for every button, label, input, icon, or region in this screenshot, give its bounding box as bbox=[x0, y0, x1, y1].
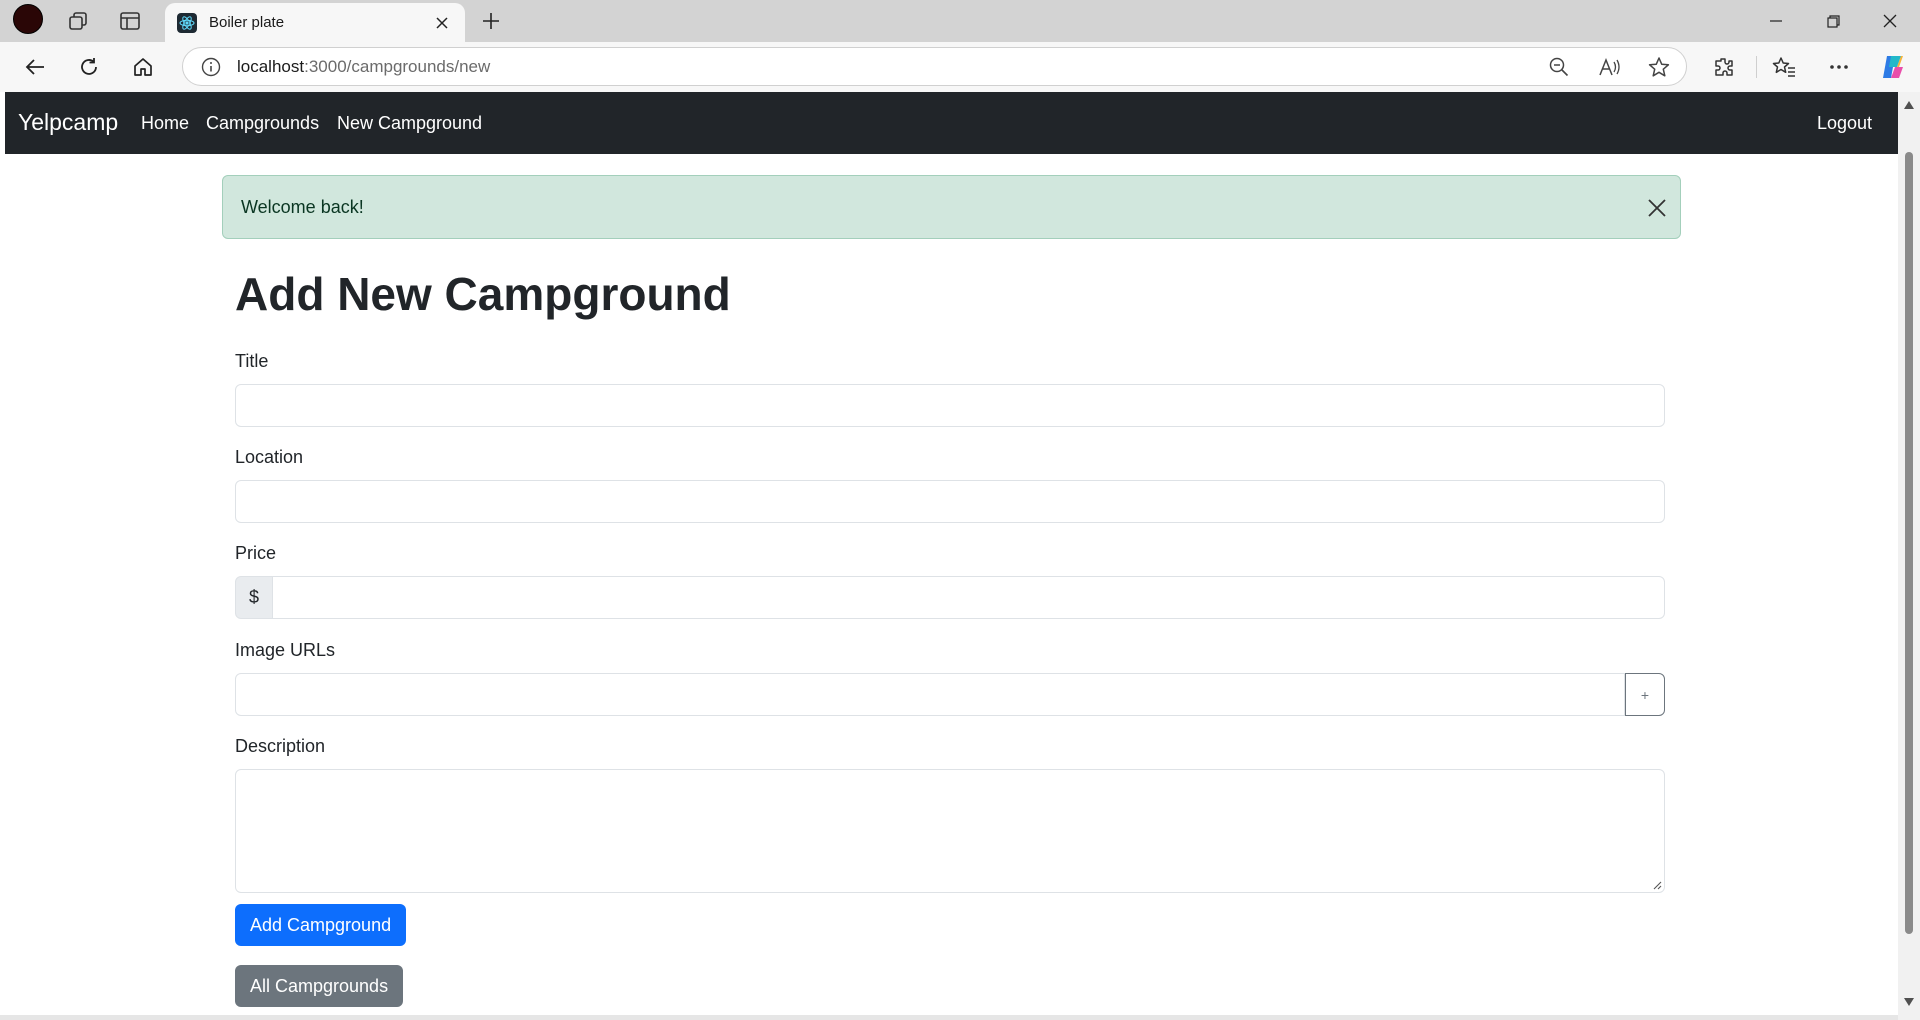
active-tab[interactable]: Boiler plate bbox=[165, 3, 465, 42]
vertical-tabs-icon[interactable] bbox=[112, 8, 148, 34]
price-currency-prefix: $ bbox=[235, 576, 273, 619]
more-menu-icon[interactable] bbox=[1820, 50, 1858, 84]
price-label: Price bbox=[235, 543, 277, 563]
browser-tab-bar: Boiler plate bbox=[0, 0, 1920, 42]
workspaces-icon[interactable] bbox=[60, 8, 96, 34]
tab-title: Boiler plate bbox=[209, 14, 285, 31]
minimize-icon[interactable] bbox=[1746, 0, 1806, 42]
back-arrow-icon[interactable] bbox=[16, 50, 54, 84]
address-bar[interactable]: localhost:3000/campgrounds/new bbox=[182, 47, 1687, 86]
browser-toolbar: localhost:3000/campgrounds/new bbox=[0, 42, 1920, 92]
read-aloud-icon[interactable] bbox=[1598, 56, 1622, 78]
toolbar-divider bbox=[1756, 56, 1757, 78]
url-path: :3000/campgrounds/new bbox=[304, 56, 491, 76]
scroll-thumb[interactable] bbox=[1905, 152, 1913, 934]
window-bottom-edge bbox=[0, 1015, 1898, 1020]
site-navbar: Yelpcamp Home Campgrounds New Campground… bbox=[5, 92, 1898, 154]
favorite-star-icon[interactable] bbox=[1647, 56, 1671, 78]
nav-link-home[interactable]: Home bbox=[141, 113, 189, 134]
brand-logo[interactable]: Yelpcamp bbox=[18, 109, 118, 136]
add-campground-button[interactable]: Add Campground bbox=[235, 904, 407, 946]
zoom-out-icon[interactable] bbox=[1547, 56, 1571, 78]
scroll-down-arrow-icon[interactable] bbox=[1904, 998, 1914, 1006]
avatar bbox=[13, 4, 43, 34]
title-label: Title bbox=[235, 351, 269, 371]
success-alert: Welcome back! bbox=[222, 175, 1681, 239]
close-icon[interactable] bbox=[1645, 196, 1669, 220]
nav-link-campgrounds[interactable]: Campgrounds bbox=[206, 113, 319, 134]
all-campgrounds-button[interactable]: All Campgrounds bbox=[235, 965, 404, 1007]
profile-avatar[interactable] bbox=[10, 4, 46, 34]
refresh-icon[interactable] bbox=[70, 50, 108, 84]
site-info-icon[interactable] bbox=[201, 57, 221, 77]
new-tab-button[interactable] bbox=[474, 8, 508, 34]
favorites-icon[interactable] bbox=[1765, 50, 1803, 84]
home-icon[interactable] bbox=[124, 50, 162, 84]
price-input[interactable] bbox=[272, 576, 1665, 619]
title-input[interactable] bbox=[235, 384, 1665, 427]
resize-grip-icon[interactable] bbox=[1652, 880, 1662, 890]
restore-icon[interactable] bbox=[1803, 0, 1863, 42]
page-title: Add New Campground bbox=[235, 268, 731, 320]
page-viewport: Yelpcamp Home Campgrounds New Campground… bbox=[5, 92, 1898, 1015]
add-image-url-button[interactable]: + bbox=[1625, 673, 1665, 716]
location-input[interactable] bbox=[235, 480, 1665, 523]
description-label: Description bbox=[235, 736, 326, 756]
location-label: Location bbox=[235, 447, 304, 467]
nav-link-new-campground[interactable]: New Campground bbox=[337, 113, 482, 134]
image-urls-label: Image URLs bbox=[235, 640, 336, 660]
description-textarea[interactable] bbox=[235, 769, 1665, 893]
extensions-icon[interactable] bbox=[1705, 50, 1743, 84]
logout-link[interactable]: Logout bbox=[1817, 113, 1872, 134]
copilot-icon[interactable] bbox=[1874, 50, 1912, 84]
scroll-up-arrow-icon[interactable] bbox=[1904, 101, 1914, 109]
url-host: localhost bbox=[237, 56, 305, 76]
alert-message: Welcome back! bbox=[241, 197, 364, 217]
react-icon bbox=[177, 12, 197, 33]
window-close-icon[interactable] bbox=[1860, 0, 1920, 42]
image-url-input[interactable] bbox=[235, 673, 1625, 716]
page-scrollbar[interactable] bbox=[1898, 92, 1920, 1020]
close-icon[interactable] bbox=[431, 12, 453, 34]
